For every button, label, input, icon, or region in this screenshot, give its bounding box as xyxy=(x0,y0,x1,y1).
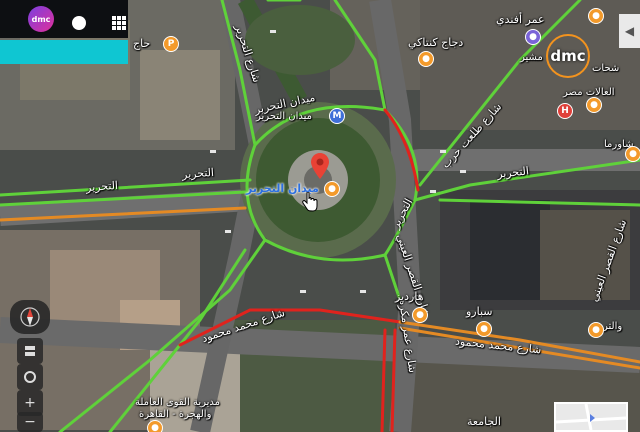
food-pin-icon[interactable]: ● xyxy=(418,51,434,67)
poi-label-sbarro: سبارو xyxy=(466,305,493,318)
food-pin-icon-3[interactable]: ● xyxy=(625,146,640,162)
locate-button[interactable] xyxy=(17,364,43,390)
zoom-out-button[interactable]: − xyxy=(17,412,43,432)
collapse-panel-button[interactable]: ◀ xyxy=(619,14,640,48)
poi-label-jamea: الجامعة xyxy=(467,415,501,428)
landmark-pin-icon[interactable]: ● xyxy=(588,8,604,24)
shopping-pin-icon[interactable]: ● xyxy=(525,29,541,45)
street-label-tahrir-e: التحرير xyxy=(496,164,530,181)
channel-logo-box xyxy=(0,0,128,38)
layers-button[interactable] xyxy=(17,338,43,364)
office-pin-icon[interactable]: ● xyxy=(147,420,163,432)
poi-label-omar-effendi: عمر أفندي xyxy=(496,13,545,26)
poi-label-alaalat-misr: العالات مصر xyxy=(563,87,615,98)
street-label-tahrir-w: التحرير xyxy=(85,178,119,195)
poi-label-mudiriya-2: والهجرة - القاهرة xyxy=(139,409,212,420)
poi-label-moshir: مشير xyxy=(520,52,543,63)
food-pin-icon-2[interactable]: ● xyxy=(586,97,602,113)
accent-bar xyxy=(0,40,128,64)
poi-label-mudiriya: مديرية القوى العاملة xyxy=(135,397,221,408)
metro-icon[interactable]: M xyxy=(329,108,345,124)
map-controls: + − xyxy=(10,300,50,432)
channel-logo: dmc xyxy=(28,6,54,32)
apps-grid-icon[interactable] xyxy=(112,16,126,30)
top-left-overlay: dmc xyxy=(0,0,128,64)
poi-label-dajaj-kentaky: دجاج كنتاكي xyxy=(408,36,464,49)
compass-icon[interactable] xyxy=(10,300,50,334)
hand-cursor-icon xyxy=(302,192,318,212)
food-pin-icon-4[interactable]: ● xyxy=(588,322,604,338)
map-viewport[interactable]: التحرير التحرير التحرير ميدان التحرير شا… xyxy=(0,0,640,432)
circle-icon xyxy=(72,16,86,30)
metro-label: ميدان التحرير xyxy=(256,111,313,122)
food-pin-icon-hardees[interactable]: ● xyxy=(412,307,428,323)
street-label-tahrir-w2: التحرير xyxy=(181,165,215,182)
location-pin-icon[interactable] xyxy=(311,153,329,179)
food-pin-icon-sbarro[interactable]: ● xyxy=(476,321,492,337)
poi-label-hajj: حاج xyxy=(133,37,151,50)
satellite-map[interactable] xyxy=(0,0,640,432)
landmark-pin-icon-2[interactable]: ● xyxy=(324,181,340,197)
parking-icon[interactable]: P xyxy=(163,36,179,52)
layers-icon xyxy=(25,346,35,356)
hospital-icon[interactable]: H xyxy=(557,103,573,119)
poi-label-shahat: شحات xyxy=(592,63,620,74)
locate-icon xyxy=(24,371,36,383)
poi-label-ambassador: والتر xyxy=(603,321,623,332)
minimap[interactable] xyxy=(554,402,628,432)
dmc-watermark-logo: dmc xyxy=(546,34,590,78)
poi-label-hardees: هارديز xyxy=(395,290,424,303)
